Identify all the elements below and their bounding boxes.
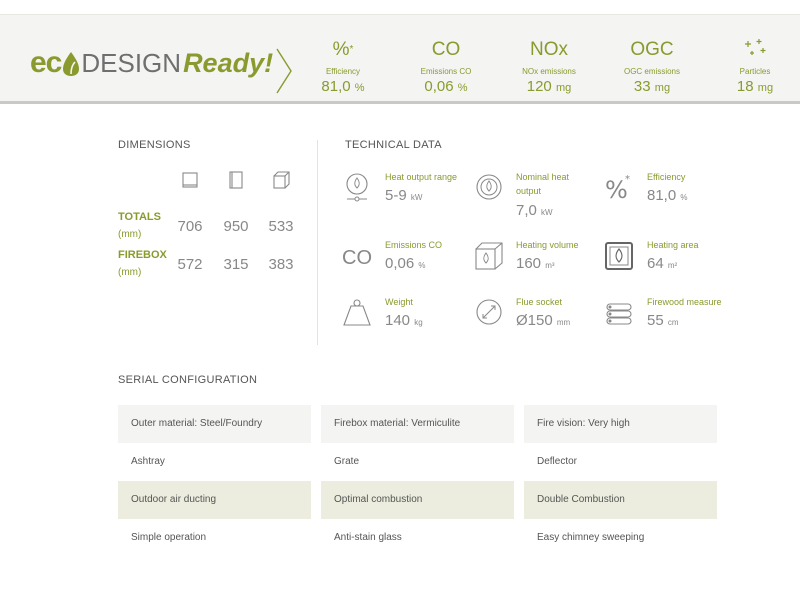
nominal-heat-label: Nominal heat output [516,172,570,196]
nox-symbol: NOx [530,39,568,60]
depth-icon [273,171,290,189]
serial-item: Simple operation [131,532,207,543]
logo-design-text: DESIGN [81,48,182,78]
serial-item: Outer material: Steel/Foundry [118,405,311,443]
serial-item: Double Combustion [524,481,717,519]
co-icon: CO [342,247,372,269]
weight-label: Weight [385,297,413,307]
chevron-right-icon [276,48,292,94]
ogc-symbol: OGC [630,39,674,60]
serial-item: Grate [334,456,360,467]
serial-item: Outdoor air ducting [118,481,311,519]
height-icon [229,171,243,189]
firewood-label: Firewood measure [647,297,722,307]
svg-text:*: * [625,174,630,185]
dim-firebox-height: 315 [223,256,249,273]
serial-item: Anti-stain glass [334,532,402,543]
serial-configuration-title: SERIAL CONFIGURATION [118,374,258,386]
heating-volume-value: 160 m³ [516,255,555,272]
flue-socket-icon [476,299,502,325]
firewood-icon [606,303,632,325]
emissions-co-label: Emissions CO [385,240,443,250]
heating-volume-icon [475,242,503,270]
nominal-heat-icon [476,174,502,200]
heat-output-label: Heat output range [385,172,458,182]
dim-totals-depth: 533 [268,218,294,235]
serial-item: Firebox material: Vermiculite [321,405,514,443]
dim-firebox-depth: 383 [268,256,294,273]
logo-ready-text: Ready! [183,48,274,78]
metric-co: CO Emissions CO 0,06 % [401,37,491,95]
metric-nox: NOx NOx emissions 120 mg [504,37,594,95]
percent-icon: %* [332,39,354,60]
dim-row-totals-label: TOTALS (mm) [118,211,161,240]
dim-row-firebox-label: FIREBOX (mm) [118,249,167,278]
serial-item: Optimal combustion [321,481,514,519]
metric-ogc: OGC OGC emissions 33 mg [607,37,697,95]
efficiency-icon: % * [605,174,630,202]
dim-totals-width: 706 [177,218,203,235]
serial-item: Ashtray [131,456,165,467]
weight-value: 140 kg [385,312,423,329]
weight-icon [343,299,371,326]
nominal-heat-value: 7,0 kW [516,202,553,219]
flue-socket-label: Flue socket [516,297,563,307]
dimensions-title: DIMENSIONS [118,139,191,151]
metric-particles: Particles 18 mg [710,37,800,95]
particles-icon [745,39,766,55]
ecodesign-banner: ec DESIGN Ready! %* Efficiency 81,0 % CO… [0,14,800,104]
firewood-value: 55 cm [647,312,679,329]
technical-data-title: TECHNICAL DATA [345,139,442,151]
flue-socket-value: Ø150 mm [516,312,571,329]
dim-totals-height: 950 [223,218,249,235]
section-divider [317,140,318,345]
co-symbol: CO [431,39,461,60]
serial-item: Easy chimney sweeping [537,532,645,543]
heating-volume-label: Heating volume [516,240,579,250]
serial-item: Fire vision: Very high [524,405,717,443]
heating-area-value: 64 m² [647,255,678,272]
metric-efficiency: %* Efficiency 81,0 % [298,37,388,95]
ecodesign-logo: ec DESIGN Ready! [30,41,273,81]
efficiency-value: 81,0 % [647,187,688,204]
leaf-icon [63,52,80,76]
dim-firebox-width: 572 [177,256,203,273]
efficiency-label: Efficiency [647,172,686,182]
heating-area-icon [605,242,633,270]
heat-output-icon [346,173,368,202]
serial-item: Deflector [537,456,578,467]
logo-eco-text: ec [30,46,62,79]
heating-area-label: Heating area [647,240,699,250]
emissions-co-value: 0,06 % [385,255,426,272]
heat-output-value: 5-9 kW [385,187,423,204]
width-icon [182,172,198,188]
